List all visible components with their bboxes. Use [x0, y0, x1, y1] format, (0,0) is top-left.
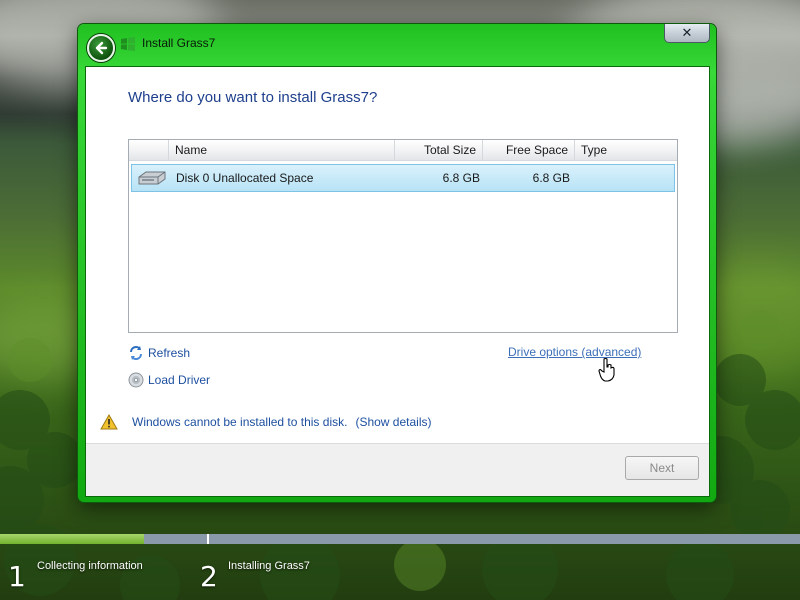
- column-header-icon: [129, 140, 169, 160]
- close-icon: ✕: [681, 25, 693, 41]
- table-header: Name Total Size Free Space Type: [129, 140, 677, 161]
- step-number-1: 1: [8, 560, 26, 593]
- warning-bar: Windows cannot be installed to this disk…: [100, 414, 431, 430]
- load-driver-label: Load Driver: [148, 373, 211, 387]
- step-number-2: 2: [200, 560, 218, 593]
- disk-total-size: 6.8 GB: [442, 171, 480, 185]
- refresh-link[interactable]: Refresh: [128, 345, 190, 361]
- setup-progress-bar: [0, 534, 800, 544]
- next-button[interactable]: Next: [625, 456, 699, 480]
- disk-type: [582, 165, 672, 191]
- disk-list[interactable]: Name Total Size Free Space Type Disk 0 U…: [128, 139, 678, 333]
- table-row[interactable]: Disk 0 Unallocated Space 6.8 GB 6.8 GB: [131, 164, 675, 192]
- window-content: Where do you want to install Grass7? Nam…: [85, 66, 710, 497]
- windows-flag-icon: [121, 37, 135, 51]
- disk-free-space: 6.8 GB: [532, 171, 570, 185]
- warning-icon: [100, 414, 118, 430]
- show-details-link[interactable]: (Show details): [355, 415, 431, 429]
- progress-fill: [0, 534, 144, 544]
- disk-name: Disk 0 Unallocated Space: [176, 171, 314, 185]
- drive-options-link[interactable]: Drive options (advanced): [508, 345, 641, 359]
- disc-icon: [128, 372, 144, 388]
- hard-disk-icon: [138, 171, 166, 185]
- step-label-1: Collecting information: [37, 560, 143, 572]
- back-arrow-icon: [95, 41, 108, 55]
- drive-options-label: Drive options (advanced): [508, 345, 642, 359]
- step-divider: [207, 534, 209, 544]
- installer-window: Install Grass7 ✕ Where do you want to in…: [78, 24, 716, 502]
- column-header-name[interactable]: Name: [169, 140, 395, 160]
- column-header-type[interactable]: Type: [575, 140, 675, 160]
- page-title: Where do you want to install Grass7?: [128, 89, 378, 106]
- close-button[interactable]: ✕: [664, 24, 710, 43]
- refresh-icon: [130, 346, 142, 360]
- hand-cursor-icon: [598, 358, 615, 382]
- column-header-free-space[interactable]: Free Space: [483, 140, 575, 160]
- title-bar: Install Grass7 ✕: [78, 24, 716, 66]
- refresh-label: Refresh: [148, 346, 191, 360]
- column-header-total-size[interactable]: Total Size: [395, 140, 483, 160]
- footer-bar: Next: [86, 443, 709, 496]
- back-button[interactable]: [87, 34, 115, 62]
- step-label-2: Installing Grass7: [228, 560, 310, 572]
- load-driver-link[interactable]: Load Driver: [128, 372, 210, 388]
- window-title: Install Grass7: [142, 36, 216, 50]
- warning-message-link[interactable]: Windows cannot be installed to this disk…: [132, 415, 347, 429]
